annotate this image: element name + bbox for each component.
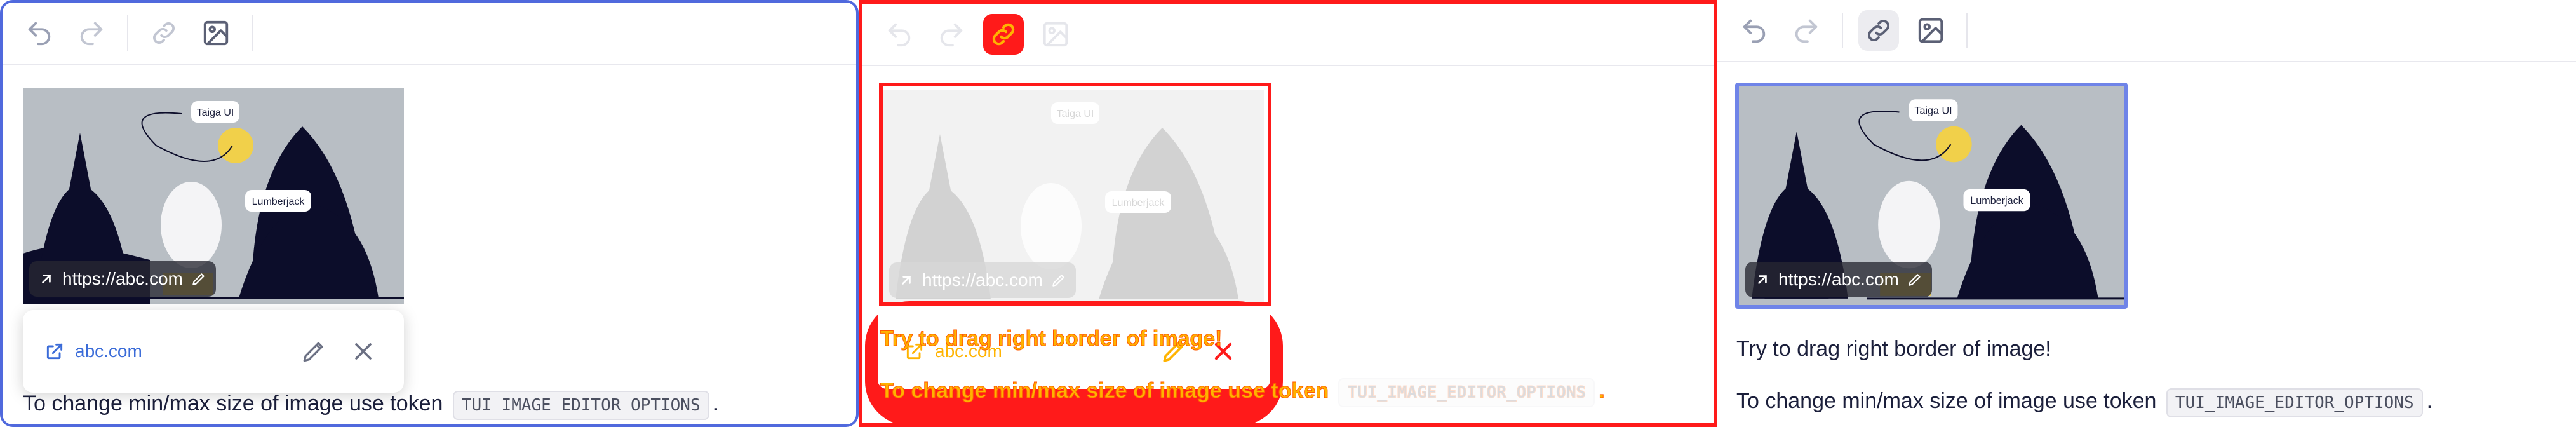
link-button[interactable] [144, 13, 184, 53]
instruction-text: To change min/max size of image use toke… [880, 378, 1606, 407]
redo-button[interactable] [1786, 10, 1827, 51]
image-button[interactable] [1910, 10, 1951, 51]
popup-link-text: abc.com [75, 341, 142, 361]
undo-button[interactable] [879, 14, 920, 55]
image-icon [1918, 18, 1943, 43]
popup-link[interactable]: abc.com [44, 341, 283, 362]
link-button[interactable] [983, 14, 1024, 55]
undo-icon [888, 23, 911, 47]
toolbar [1717, 0, 2576, 62]
image-label-lumberjack: Lumberjack [1970, 195, 2023, 207]
arrow-up-right-icon [42, 274, 51, 283]
remove-link-button[interactable] [344, 332, 382, 370]
editor-image[interactable]: Taiga UI Lumberjack https://abc.com [23, 88, 404, 304]
redo-icon [940, 23, 963, 47]
editor-panel-middle: Taiga UI Lumberjack https://abc.com abc.… [859, 0, 1717, 427]
undo-icon [28, 22, 51, 46]
toolbar [862, 4, 1714, 66]
redo-icon [1795, 19, 1818, 43]
toolbar-divider [127, 15, 128, 51]
editor-image-selected[interactable]: Taiga UI Lumberjack https://abc.com [1735, 83, 2128, 309]
instruction-text: To change min/max size of image use toke… [1736, 389, 2157, 413]
image-url-pill[interactable]: https://abc.com [1745, 262, 1932, 297]
toolbar [3, 3, 856, 65]
token-code: TUI_IMAGE_EDITOR_OPTIONS [452, 391, 709, 420]
image-url-pill[interactable]: https://abc.com [29, 261, 216, 297]
image-label-taiga: Taiga UI [197, 107, 234, 118]
link-icon [1868, 20, 1889, 41]
image-button[interactable] [1035, 14, 1076, 55]
editor-panel-right: Taiga UI Lumberjack https://abc.com Try … [1717, 0, 2576, 427]
link-icon [153, 22, 175, 44]
external-link-icon [46, 343, 63, 360]
redo-button[interactable] [931, 14, 972, 55]
hint-text: Try to drag right border of image! [1736, 337, 2051, 361]
image-icon [1043, 22, 1068, 47]
toolbar-divider [252, 15, 253, 51]
toolbar-divider [1842, 13, 1843, 48]
link-icon [992, 23, 1015, 46]
token-code: TUI_IMAGE_EDITOR_OPTIONS [2166, 388, 2423, 417]
image-highlight-box [879, 83, 1271, 306]
link-popup: abc.com [23, 310, 404, 393]
image-icon [203, 20, 229, 46]
image-label-lumberjack: Lumberjack [252, 196, 305, 207]
pencil-icon[interactable] [1907, 271, 1923, 288]
hint-text: Try to drag right border of image! [880, 327, 1223, 351]
period: . [2426, 389, 2433, 413]
token-code: TUI_IMAGE_EDITOR_OPTIONS [1338, 378, 1595, 407]
arrow-up-right-icon [1758, 275, 1767, 284]
period: . [1599, 379, 1606, 403]
close-icon [355, 343, 372, 360]
editor-panel-left: Taiga UI Lumberjack https://abc.com To c… [0, 0, 859, 427]
editor-content[interactable]: Try to drag right border of image! To ch… [1736, 323, 2432, 427]
undo-icon [1743, 19, 1766, 43]
edit-link-button[interactable] [295, 332, 333, 370]
image-button[interactable] [196, 13, 236, 53]
undo-button[interactable] [1734, 10, 1774, 51]
pencil-icon[interactable] [191, 271, 207, 287]
pencil-icon [303, 342, 323, 362]
image-label-taiga: Taiga UI [1914, 105, 1952, 116]
image-url-text: https://abc.com [62, 269, 183, 288]
instruction-text: To change min/max size of image use toke… [23, 391, 443, 416]
redo-button[interactable] [71, 13, 112, 53]
toolbar-divider [1966, 13, 1968, 48]
period: . [713, 391, 720, 416]
redo-icon [80, 22, 103, 46]
image-url-text: https://abc.com [1778, 269, 1899, 289]
instruction-prefix: To change min/max size of image use toke… [880, 379, 1329, 403]
undo-button[interactable] [19, 13, 60, 53]
editor-comparison: Taiga UI Lumberjack https://abc.com To c… [0, 0, 2576, 427]
link-button[interactable] [1858, 10, 1899, 51]
